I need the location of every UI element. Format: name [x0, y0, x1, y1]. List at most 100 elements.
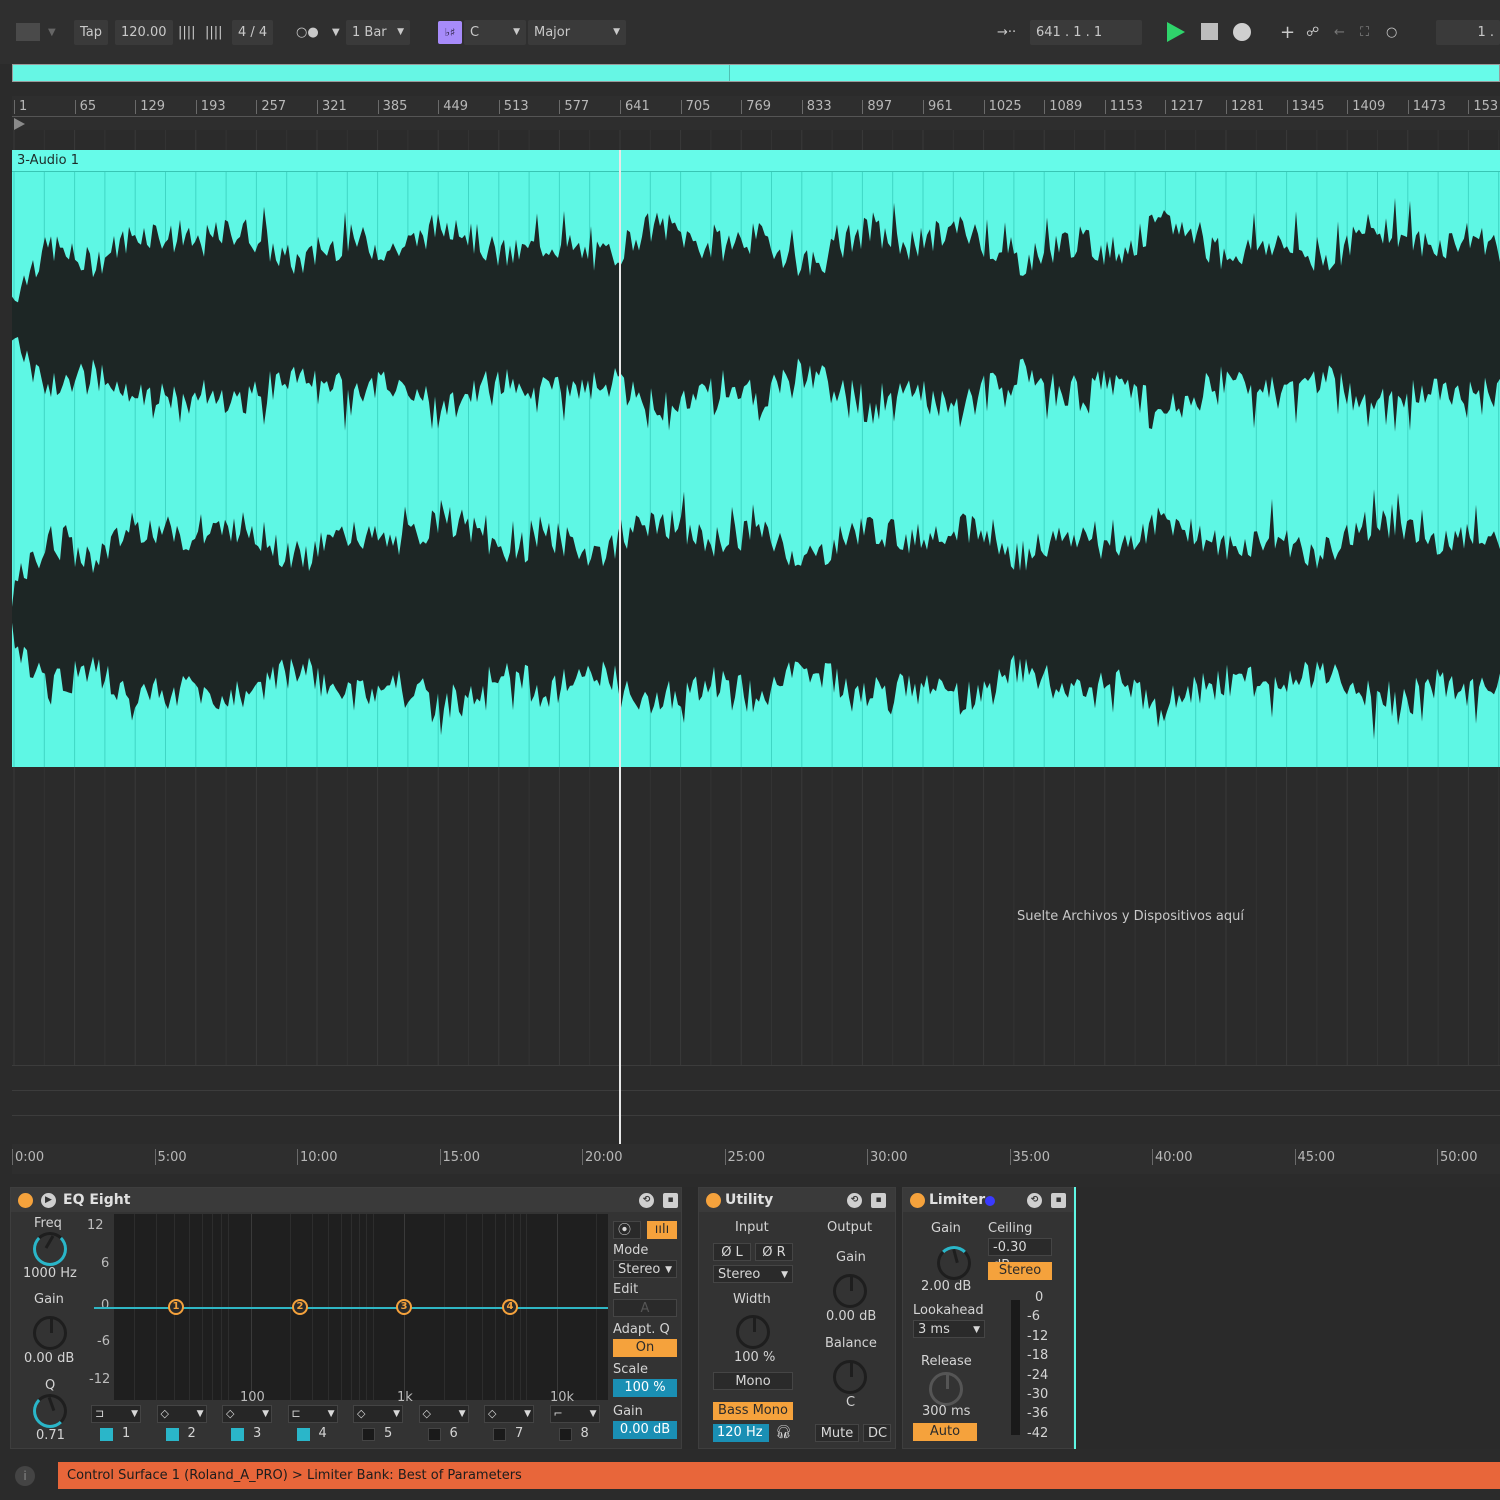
release-value[interactable]: 300 ms: [922, 1404, 970, 1419]
filter-type-select[interactable]: ◇ ▼: [484, 1405, 534, 1423]
freq-value[interactable]: 1000 Hz: [23, 1266, 77, 1281]
band-enable-toggle[interactable]: [427, 1428, 441, 1441]
hot-swap-icon[interactable]: ⟲: [1027, 1193, 1042, 1208]
mute-button[interactable]: Mute: [815, 1424, 859, 1442]
stop-icon[interactable]: [1201, 23, 1218, 40]
stereo-link-button[interactable]: Stereo: [988, 1262, 1052, 1280]
band-enable-toggle[interactable]: [165, 1428, 179, 1441]
info-icon[interactable]: i: [15, 1466, 35, 1486]
save-preset-icon[interactable]: ▪: [663, 1193, 678, 1208]
headphone-icon[interactable]: 🎧︎: [775, 1425, 792, 1440]
audio-clip[interactable]: 3-Audio 1: [12, 150, 1500, 767]
start-marker-icon[interactable]: [14, 118, 25, 130]
device-power-icon[interactable]: [706, 1193, 721, 1208]
balance-knob[interactable]: [833, 1360, 867, 1394]
scale-select[interactable]: Major ▼: [528, 20, 626, 45]
gain-knob[interactable]: [33, 1316, 67, 1350]
filter-type-select[interactable]: ⌐ ▼: [549, 1405, 600, 1423]
filter-type-select[interactable]: ⊏ ▼: [287, 1405, 338, 1423]
play-icon[interactable]: [1167, 22, 1185, 42]
follow-icon[interactable]: →··: [997, 20, 1016, 45]
gain-value[interactable]: 0.00 dB: [826, 1309, 876, 1324]
gain-knob[interactable]: [937, 1246, 971, 1280]
eq-band-node-3[interactable]: 3: [396, 1299, 412, 1315]
balance-value[interactable]: C: [846, 1395, 855, 1410]
hot-swap-icon[interactable]: ⟲: [639, 1193, 654, 1208]
back-to-arrangement-icon[interactable]: ←: [1334, 20, 1345, 45]
save-preset-icon[interactable]: ▪: [1051, 1193, 1066, 1208]
filter-type-select[interactable]: ◇ ▼: [222, 1405, 272, 1423]
filter-type-select[interactable]: ◇ ▼: [353, 1405, 403, 1423]
band-enable-toggle[interactable]: [231, 1428, 244, 1441]
phase-right-button[interactable]: Ø R: [755, 1243, 793, 1261]
eq-band-node-4[interactable]: 4: [502, 1299, 518, 1315]
loop-start-field[interactable]: 1 .: [1436, 20, 1500, 45]
arrangement-view[interactable]: 3-Audio 1 Suelte Archivos y Dispositivos…: [12, 130, 1500, 1144]
gain-value[interactable]: 0.00 dB: [24, 1351, 74, 1366]
preview-icon[interactable]: ▶: [41, 1193, 56, 1208]
gain-knob[interactable]: [833, 1274, 867, 1308]
output-gain-field[interactable]: 0.00 dB: [613, 1421, 677, 1439]
eq-band-node-2[interactable]: 2: [292, 1299, 308, 1315]
filter-type-select[interactable]: ◇ ▼: [418, 1405, 469, 1423]
save-preset-icon[interactable]: ▪: [871, 1193, 886, 1208]
arrangement-overview[interactable]: [12, 64, 1500, 82]
bass-mono-freq-field[interactable]: 120 Hz: [713, 1424, 769, 1442]
band-enable-toggle[interactable]: [100, 1428, 113, 1441]
gain-value[interactable]: 2.00 dB: [921, 1279, 971, 1294]
band-enable-toggle[interactable]: [558, 1428, 572, 1441]
nudge-down-icon[interactable]: ||||: [178, 20, 196, 45]
ceiling-field[interactable]: -0.30 dB: [988, 1238, 1052, 1273]
audition-icon[interactable]: ⦿: [613, 1221, 641, 1239]
song-position-field[interactable]: 641 . 1 . 1: [1030, 20, 1142, 45]
mode-select[interactable]: Stereo ▼: [613, 1260, 677, 1278]
band-enable-toggle[interactable]: [296, 1428, 310, 1441]
q-knob[interactable]: [33, 1394, 67, 1428]
nudge-up-icon[interactable]: ||||: [205, 20, 223, 45]
record-icon[interactable]: [1233, 23, 1251, 41]
quantize-select[interactable]: 1 Bar ▼: [346, 20, 410, 45]
scale-mode-icon[interactable]: ♭♯: [438, 21, 462, 44]
q-value[interactable]: 0.71: [36, 1428, 65, 1443]
filter-type-select[interactable]: ◇ ▼: [156, 1405, 207, 1423]
add-icon[interactable]: +: [1280, 20, 1295, 45]
key-root-select[interactable]: C ▼: [464, 20, 526, 45]
capture-icon[interactable]: ⛶: [1360, 20, 1369, 45]
device-power-icon[interactable]: [910, 1193, 925, 1208]
beat-time-ruler[interactable]: 1 65 129 193 257 321 385 449 513 577 641 705 769 833 8…: [12, 96, 1500, 130]
channel-mode-select[interactable]: Stereo ▼: [713, 1265, 793, 1283]
auto-release-button[interactable]: Auto: [913, 1423, 977, 1441]
chevron-down-icon[interactable]: ▼: [48, 20, 56, 45]
metronome-icon[interactable]: ○●: [296, 20, 319, 45]
freq-knob[interactable]: [33, 1232, 67, 1266]
eq-frequency-graph[interactable]: 12 6 0 -6 -12 100 1k 10k 1 2 3 4: [87, 1214, 608, 1405]
device-power-icon[interactable]: [18, 1193, 33, 1208]
time-signature-field[interactable]: 4 / 4: [232, 20, 274, 45]
tempo-field[interactable]: 120.00: [115, 20, 173, 45]
band-enable-toggle[interactable]: [362, 1428, 375, 1441]
hot-swap-icon[interactable]: ⟲: [847, 1193, 862, 1208]
bass-mono-button[interactable]: Bass Mono: [713, 1402, 793, 1420]
session-record-icon[interactable]: ○: [1386, 20, 1397, 45]
time-ruler[interactable]: 0:00 5:00 10:00 15:00 20:00 25:00 30:00 35:00 40…: [12, 1144, 1500, 1174]
phase-left-button[interactable]: Ø L: [713, 1243, 751, 1261]
adaptive-q-toggle[interactable]: On: [613, 1339, 677, 1357]
edit-ab-toggle[interactable]: A: [613, 1299, 677, 1317]
automation-arm-icon[interactable]: ☍: [1306, 20, 1319, 45]
eq-band-node-1[interactable]: 1: [168, 1299, 184, 1315]
release-knob[interactable]: [929, 1372, 963, 1406]
view-toggle-icon[interactable]: [16, 23, 40, 41]
scale-field[interactable]: 100 %: [613, 1379, 677, 1397]
tap-tempo-button[interactable]: Tap: [74, 20, 109, 45]
spectrum-icon[interactable]: ıılı: [647, 1221, 677, 1239]
dc-filter-button[interactable]: DC: [863, 1424, 891, 1442]
overview-visible-range[interactable]: [13, 65, 730, 81]
filter-type-select[interactable]: ⊐ ▼: [91, 1405, 141, 1423]
mono-button[interactable]: Mono: [713, 1372, 793, 1390]
width-value[interactable]: 100 %: [734, 1350, 775, 1365]
clip-title[interactable]: 3-Audio 1: [12, 150, 1500, 172]
metronome-menu-chevron-icon[interactable]: ▼: [332, 20, 340, 45]
band-enable-toggle[interactable]: [493, 1428, 506, 1441]
width-knob[interactable]: [736, 1315, 770, 1349]
lookahead-select[interactable]: 3 ms ▼: [913, 1320, 985, 1338]
